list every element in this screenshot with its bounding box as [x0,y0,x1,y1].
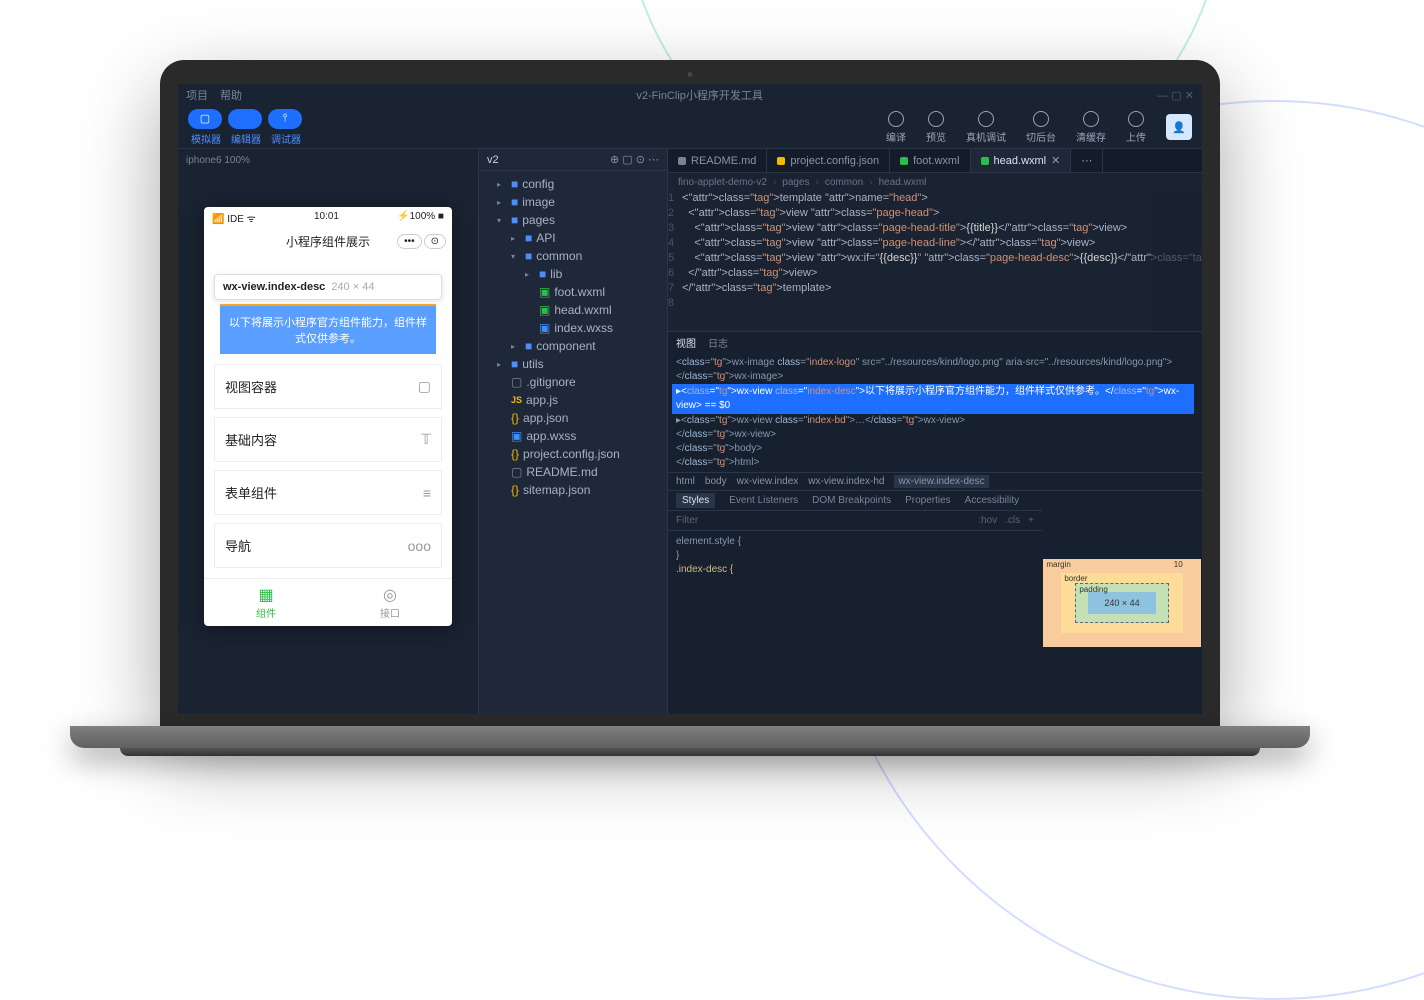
dom-breadcrumb[interactable]: html body wx-view.index wx-view.index-hd wx-… [668,472,1202,490]
file-tree-item[interactable]: ▸■API [479,229,667,247]
view-tab-label: 编辑器 [231,131,261,146]
file-tree-item[interactable]: {}project.config.json [479,445,667,463]
style-filter-action[interactable]: :hov [978,515,997,526]
file-tree-item[interactable]: ▾■pages [479,211,667,229]
file-explorer: v2 ⊕ ▢ ⊙ ⋯ ▸■config▸■image▾■pages▸■API▾■… [478,149,668,714]
dom-path-segment[interactable]: wx-view.index-hd [808,476,884,487]
toolbar-action[interactable]: 预览 [926,111,946,144]
file-tree-item[interactable]: ▸■utils [479,355,667,373]
filter-input[interactable]: Filter [676,515,698,526]
component-list-item[interactable]: 导航ooo [214,523,442,568]
editor-panel: README.mdproject.config.jsonfoot.wxmlhea… [668,149,1202,714]
avatar[interactable]: 👤 [1166,114,1192,140]
tab-item[interactable]: ▦组件 [204,579,328,626]
ide-screen: 项目帮助 v2-FinClip小程序开发工具 — ▢ ✕ ▢ ⫯ 模拟器编辑器调试… [178,84,1202,714]
devtools-top-tab[interactable]: 日志 [708,335,728,350]
simulator-device-label: iphone6 100% [178,149,478,171]
menu-item[interactable]: 项目 [186,87,208,103]
devtools-subtab[interactable]: Properties [905,495,951,506]
capsule-menu[interactable]: ••• [397,234,422,249]
toolbar-action[interactable]: 真机调试 [966,111,1006,144]
simulator-panel: iphone6 100% 📶 IDE ᯤ 10:01 ⚡100% ■ 小程序组件… [178,149,478,714]
file-tree-item[interactable]: ▣index.wxss [479,319,667,337]
editor-tab[interactable]: head.wxml✕ [971,149,1072,172]
status-time: 10:01 [314,211,339,225]
file-tree-item[interactable]: ▣head.wxml [479,301,667,319]
file-tree-item[interactable]: {}app.json [479,409,667,427]
component-list-item[interactable]: 视图容器▢ [214,364,442,409]
devtools-top-tab[interactable]: 视图 [676,335,696,350]
toolbar-action[interactable]: 上传 [1126,111,1146,144]
devtools-subtab[interactable]: Accessibility [965,495,1019,506]
page-title: 小程序组件展示 [286,233,370,250]
file-tree-item[interactable]: ▸■lib [479,265,667,283]
minimap[interactable] [1152,191,1202,331]
editor-tab[interactable]: README.md [668,149,767,172]
tab-overflow[interactable]: ⋯ [1071,149,1103,172]
close-icon: ✕ [1051,154,1060,167]
file-tree-item[interactable]: ▢.gitignore [479,373,667,391]
phone-preview: 📶 IDE ᯤ 10:01 ⚡100% ■ 小程序组件展示 ••• ⊙ wx-v… [204,207,452,626]
component-list-item[interactable]: 基础内容𝕋 [214,417,442,462]
toolbar-action[interactable]: 编译 [886,111,906,144]
editor-tab[interactable]: project.config.json [767,149,890,172]
window-titlebar: 项目帮助 v2-FinClip小程序开发工具 — ▢ ✕ [178,84,1202,106]
menu-item[interactable]: 帮助 [220,87,242,103]
box-model: margin 10 border padding 240 × 44 [1042,491,1202,714]
toolbar-action[interactable]: 清缓存 [1076,111,1106,144]
window-title: v2-FinClip小程序开发工具 [242,87,1157,103]
highlighted-element[interactable]: 以下将展示小程序官方组件能力，组件样式仅供参考。 [220,304,436,354]
style-filter-action[interactable]: .cls [1005,515,1020,526]
breadcrumb[interactable]: fino-applet-demo-v2›pages›common›head.wx… [668,173,1202,191]
style-filter-action[interactable]: + [1028,515,1034,526]
file-tree-item[interactable]: ▣foot.wxml [479,283,667,301]
toolbar: ▢ ⫯ 模拟器编辑器调试器 编译预览真机调试切后台清缓存上传 👤 [178,106,1202,148]
devtools-subtab[interactable]: DOM Breakpoints [812,495,891,506]
file-tree-item[interactable]: ▸■component [479,337,667,355]
inspector-tooltip: wx-view.index-desc240 × 44 [214,274,442,300]
view-tab[interactable]: ⫯ [268,109,302,129]
code-editor[interactable]: 12345678 <"attr">class="tag">template "a… [668,191,1202,331]
file-tree-item[interactable]: ▢README.md [479,463,667,481]
window-controls[interactable]: — ▢ ✕ [1157,89,1194,102]
view-tab[interactable] [228,109,262,129]
dom-path-segment[interactable]: html [676,476,695,487]
dom-inspector[interactable]: <class="tg">wx-image class="index-logo" … [668,352,1202,472]
explorer-actions[interactable]: ⊕ ▢ ⊙ ⋯ [610,153,659,166]
status-left: 📶 IDE ᯤ [212,211,256,225]
editor-tab[interactable]: foot.wxml [890,149,970,172]
view-tab-label: 模拟器 [191,131,221,146]
devtools-subtab[interactable]: Styles [676,493,715,508]
file-tree-item[interactable]: JSapp.js [479,391,667,409]
file-tree-item[interactable]: ▣app.wxss [479,427,667,445]
component-list-item[interactable]: 表单组件≡ [214,470,442,515]
capsule-close[interactable]: ⊙ [424,234,446,249]
devtools-subtab[interactable]: Event Listeners [729,495,798,506]
file-tree-item[interactable]: ▸■config [479,175,667,193]
file-tree-item[interactable]: ▸■image [479,193,667,211]
project-root[interactable]: v2 [487,154,499,166]
file-tree-item[interactable]: {}sitemap.json [479,481,667,499]
tab-item[interactable]: ◎接口 [328,579,452,626]
devtools-panel: 视图日志 <class="tg">wx-image class="index-l… [668,331,1202,714]
dom-path-segment[interactable]: wx-view.index-desc [894,475,988,488]
status-right: ⚡100% ■ [397,211,444,225]
css-rules[interactable]: element.style {}.index-desc {</span></di… [668,531,1042,714]
laptop-mockup: 项目帮助 v2-FinClip小程序开发工具 — ▢ ✕ ▢ ⫯ 模拟器编辑器调试… [160,60,1220,756]
view-tab[interactable]: ▢ [188,109,222,129]
dom-path-segment[interactable]: wx-view.index [737,476,799,487]
toolbar-action[interactable]: 切后台 [1026,111,1056,144]
view-tab-label: 调试器 [271,131,301,146]
dom-path-segment[interactable]: body [705,476,727,487]
file-tree-item[interactable]: ▾■common [479,247,667,265]
